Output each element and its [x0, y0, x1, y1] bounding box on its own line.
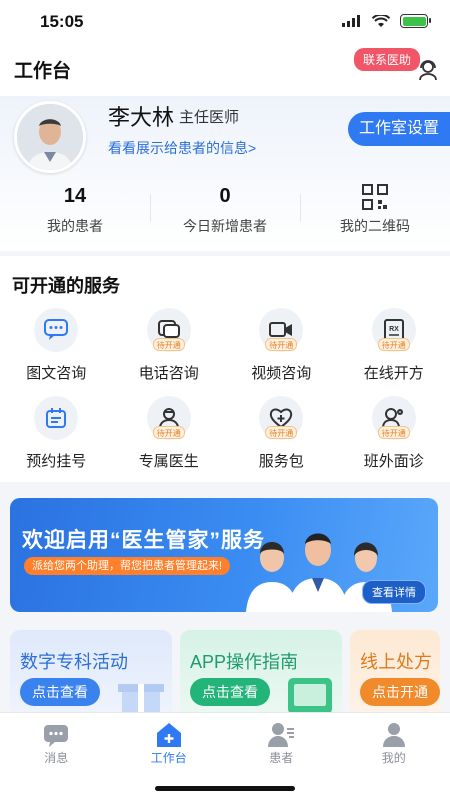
- contact-assistant-badge[interactable]: 联系医助: [353, 48, 420, 71]
- view-patient-info-link[interactable]: 看看展示给患者的信息>: [108, 138, 256, 158]
- headset-icon[interactable]: [416, 58, 440, 82]
- pending-tag: 待开通: [265, 338, 298, 351]
- tab-label: 工作台: [150, 751, 187, 765]
- card-title: 数字专科活动: [20, 652, 128, 672]
- promo-cards: 数字专科活动 点击查看 APP操作指南 点击查看 线上处方 点击开通: [0, 630, 450, 712]
- view-details-button[interactable]: 查看详情: [362, 580, 426, 604]
- status-icons: [342, 14, 431, 28]
- doctor-butler-banner[interactable]: 欢迎启用“医生管家”服务 派给您两个助理，帮您把患者管理起来! 查看详情: [10, 498, 438, 612]
- doctor-name: 李大林: [108, 105, 175, 130]
- card-button[interactable]: 点击查看: [190, 678, 270, 706]
- promo-card-app-guide[interactable]: APP操作指南 点击查看: [180, 630, 342, 712]
- service-item[interactable]: 待开通 视频咨询: [225, 308, 338, 396]
- header: 工作台 联系医助: [0, 44, 450, 96]
- service-label: 在线开方: [363, 365, 424, 382]
- service-item[interactable]: 待开通 班外面诊: [338, 396, 450, 484]
- card-title: 线上处方: [360, 652, 432, 672]
- pending-tag: 待开通: [265, 426, 298, 439]
- tab-label: 患者: [269, 751, 294, 765]
- card-button[interactable]: 点击开通: [360, 678, 440, 706]
- stat-value: 14: [63, 185, 87, 207]
- tab-label: 消息: [44, 751, 69, 765]
- stat-label: 我的二维码: [340, 218, 410, 234]
- services-grid: 图文咨询 待开通 电话咨询 待开通 视频咨询 RX 待开通 在线开方 预约挂号 …: [0, 308, 450, 484]
- stat-value: 0: [219, 185, 231, 207]
- patient-icon: [268, 723, 295, 747]
- service-item[interactable]: 图文咨询: [0, 308, 113, 396]
- gift-icon: [118, 684, 164, 712]
- service-label: 视频咨询: [251, 365, 312, 382]
- banner-subtitle: 派给您两个助理，帮您把患者管理起来!: [24, 557, 231, 575]
- qr-code-icon: [362, 184, 388, 210]
- signal-icon: [342, 15, 360, 27]
- banner-title: 欢迎启用“医生管家”服务: [22, 529, 265, 552]
- chat-icon: [34, 308, 79, 352]
- stat-my-patients[interactable]: 14 我的患者: [0, 180, 150, 240]
- card-button[interactable]: 点击查看: [20, 678, 100, 706]
- promo-card-online-prescription[interactable]: 线上处方 点击开通: [350, 630, 440, 712]
- tab-profile[interactable]: 我的: [338, 713, 450, 800]
- status-time: 15:05: [40, 12, 84, 31]
- doctor-title: 主任医师: [179, 109, 240, 126]
- battery-icon: [400, 14, 431, 28]
- pending-tag: 待开通: [377, 338, 410, 351]
- tab-messages[interactable]: 消息: [0, 713, 113, 800]
- page-title: 工作台: [14, 61, 72, 82]
- stat-qr-code[interactable]: 我的二维码: [300, 180, 450, 240]
- wifi-icon: [372, 14, 390, 27]
- service-item[interactable]: 待开通 专属医生: [113, 396, 226, 484]
- service-item[interactable]: 预约挂号: [0, 396, 113, 484]
- service-label: 预约挂号: [26, 453, 87, 470]
- service-item[interactable]: RX 待开通 在线开方: [338, 308, 450, 396]
- status-bar: 15:05: [0, 0, 450, 44]
- service-label: 服务包: [258, 453, 304, 470]
- tablet-icon: [288, 678, 332, 712]
- profile-icon: [382, 723, 405, 747]
- service-label: 图文咨询: [26, 365, 87, 382]
- pending-tag: 待开通: [152, 426, 185, 439]
- service-item[interactable]: 待开通 电话咨询: [113, 308, 226, 396]
- stat-label: 我的患者: [47, 218, 103, 234]
- service-item[interactable]: 待开通 服务包: [225, 396, 338, 484]
- avatar[interactable]: [14, 101, 86, 173]
- qr-icon-wrap: [300, 182, 450, 210]
- calendar-icon: [34, 396, 79, 440]
- tab-label: 我的: [381, 751, 406, 765]
- home-indicator: [155, 786, 295, 791]
- svg-text:RX: RX: [389, 326, 399, 333]
- card-title: APP操作指南: [190, 652, 299, 672]
- promo-card-activity[interactable]: 数字专科活动 点击查看: [10, 630, 172, 712]
- studio-settings-button[interactable]: 工作室设置: [348, 112, 450, 146]
- service-label: 电话咨询: [138, 365, 199, 382]
- profile-card: 李大林 主任医师 看看展示给患者的信息> 工作室设置 14 我的患者 0 今日新…: [0, 96, 450, 251]
- service-label: 班外面诊: [363, 453, 424, 470]
- message-icon: [44, 725, 69, 747]
- workbench-icon: [156, 723, 181, 747]
- services-section: 可开通的服务 图文咨询 待开通 电话咨询 待开通 视频咨询 RX 待开通 在线开…: [0, 256, 450, 482]
- stat-label: 今日新增患者: [183, 218, 267, 234]
- pending-tag: 待开通: [377, 426, 410, 439]
- services-title: 可开通的服务: [12, 276, 120, 296]
- stats-row: 14 我的患者 0 今日新增患者 我的二维码: [0, 180, 450, 240]
- service-label: 专属医生: [138, 453, 199, 470]
- pending-tag: 待开通: [152, 338, 185, 351]
- stat-new-patients[interactable]: 0 今日新增患者: [150, 180, 300, 240]
